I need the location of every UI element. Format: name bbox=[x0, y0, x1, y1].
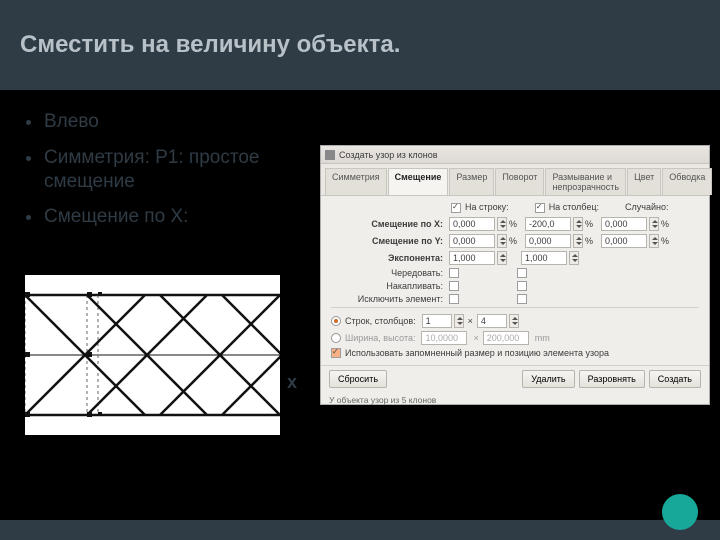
height-input[interactable]: 200,000 bbox=[483, 331, 529, 345]
app-icon bbox=[325, 150, 335, 160]
tab-rotate[interactable]: Поворот bbox=[495, 168, 544, 195]
accumulate-col-checkbox[interactable] bbox=[517, 281, 527, 291]
offset-x-rand[interactable]: 0,000 bbox=[601, 217, 647, 231]
unit-label[interactable]: mm bbox=[531, 333, 550, 343]
stepper[interactable] bbox=[497, 217, 507, 231]
alternate-col-checkbox[interactable] bbox=[517, 268, 527, 278]
dialog-titlebar[interactable]: Создать узор из клонов bbox=[321, 146, 709, 164]
exclude-row-checkbox[interactable] bbox=[449, 294, 459, 304]
stray-letter: x bbox=[287, 372, 297, 393]
offset-y-label: Смещение по Y: bbox=[331, 236, 449, 246]
tab-stroke[interactable]: Обводка bbox=[662, 168, 712, 195]
stepper[interactable] bbox=[454, 314, 464, 328]
tab-blur[interactable]: Размывание и непрозрачность bbox=[545, 168, 626, 195]
offset-y-col[interactable]: 0,000 bbox=[525, 234, 571, 248]
tab-shift[interactable]: Смещение bbox=[388, 168, 449, 195]
cols-input[interactable]: 4 bbox=[477, 314, 507, 328]
rows-cols-radio[interactable] bbox=[331, 316, 341, 326]
page-title: Сместить на величину объекта. bbox=[20, 31, 400, 59]
stepper[interactable] bbox=[573, 234, 583, 248]
rows-input[interactable]: 1 bbox=[422, 314, 452, 328]
dialog-title: Создать узор из клонов bbox=[339, 150, 438, 160]
col-header-random: Случайно: bbox=[625, 202, 668, 213]
tab-color[interactable]: Цвет bbox=[627, 168, 661, 195]
pattern-preview bbox=[25, 275, 280, 435]
per-col-checkbox[interactable] bbox=[535, 203, 545, 213]
footer-strip bbox=[0, 520, 720, 540]
stepper[interactable] bbox=[497, 234, 507, 248]
status-text: У объекта узор из 5 клонов bbox=[321, 392, 709, 408]
list-item: Смещение по X: bbox=[26, 205, 270, 229]
col-header-row: На строку: bbox=[465, 202, 509, 212]
use-saved-checkbox[interactable] bbox=[331, 348, 341, 358]
tab-size[interactable]: Размер bbox=[449, 168, 494, 195]
offset-y-rand[interactable]: 0,000 bbox=[601, 234, 647, 248]
stepper[interactable] bbox=[573, 217, 583, 231]
create-button[interactable]: Создать bbox=[649, 370, 701, 388]
exponent-row[interactable]: 1,000 bbox=[449, 251, 495, 265]
exclude-col-checkbox[interactable] bbox=[517, 294, 527, 304]
exponent-label: Экспонента: bbox=[331, 253, 449, 263]
stepper[interactable] bbox=[649, 217, 659, 231]
shift-panel: На строку: На столбец: Случайно: Смещени… bbox=[321, 196, 709, 365]
tab-symmetry[interactable]: Симметрия bbox=[325, 168, 387, 195]
list-item: Симметрия: P1: простое смещение bbox=[26, 146, 270, 194]
width-input[interactable]: 10,0000 bbox=[421, 331, 467, 345]
clone-tiler-dialog: Создать узор из клонов Симметрия Смещени… bbox=[320, 145, 710, 405]
stepper[interactable] bbox=[569, 251, 579, 265]
accumulate-row-checkbox[interactable] bbox=[449, 281, 459, 291]
reset-button[interactable]: Сбросить bbox=[329, 370, 387, 388]
stepper[interactable] bbox=[497, 251, 507, 265]
width-height-label: Ширина, высота: bbox=[345, 333, 421, 343]
use-saved-label: Использовать запомненный размер и позици… bbox=[345, 348, 609, 358]
per-row-checkbox[interactable] bbox=[451, 203, 461, 213]
alternate-row-checkbox[interactable] bbox=[449, 268, 459, 278]
rows-cols-label: Строк, столбцов: bbox=[345, 316, 422, 326]
exponent-col[interactable]: 1,000 bbox=[521, 251, 567, 265]
exclude-label: Исключить элемент: bbox=[331, 294, 449, 304]
stepper[interactable] bbox=[649, 234, 659, 248]
stepper[interactable] bbox=[509, 314, 519, 328]
offset-x-col[interactable]: -200,0 bbox=[525, 217, 571, 231]
offset-y-row[interactable]: 0,000 bbox=[449, 234, 495, 248]
delete-button[interactable]: Удалить bbox=[522, 370, 574, 388]
alternate-label: Чередовать: bbox=[331, 268, 449, 278]
accumulate-label: Накапливать: bbox=[331, 281, 449, 291]
slide-header: Сместить на величину объекта. bbox=[0, 0, 720, 90]
width-height-radio[interactable] bbox=[331, 333, 341, 343]
accent-dot-icon bbox=[662, 494, 698, 530]
col-header-col: На столбец: bbox=[549, 202, 599, 212]
offset-x-row[interactable]: 0,000 bbox=[449, 217, 495, 231]
dialog-footer: Сбросить Удалить Разровнять Создать bbox=[321, 365, 709, 392]
tab-bar: Симметрия Смещение Размер Поворот Размыв… bbox=[321, 164, 709, 196]
unclump-button[interactable]: Разровнять bbox=[579, 370, 645, 388]
list-item: Влево bbox=[26, 110, 270, 134]
offset-x-label: Смещение по X: bbox=[331, 219, 449, 229]
